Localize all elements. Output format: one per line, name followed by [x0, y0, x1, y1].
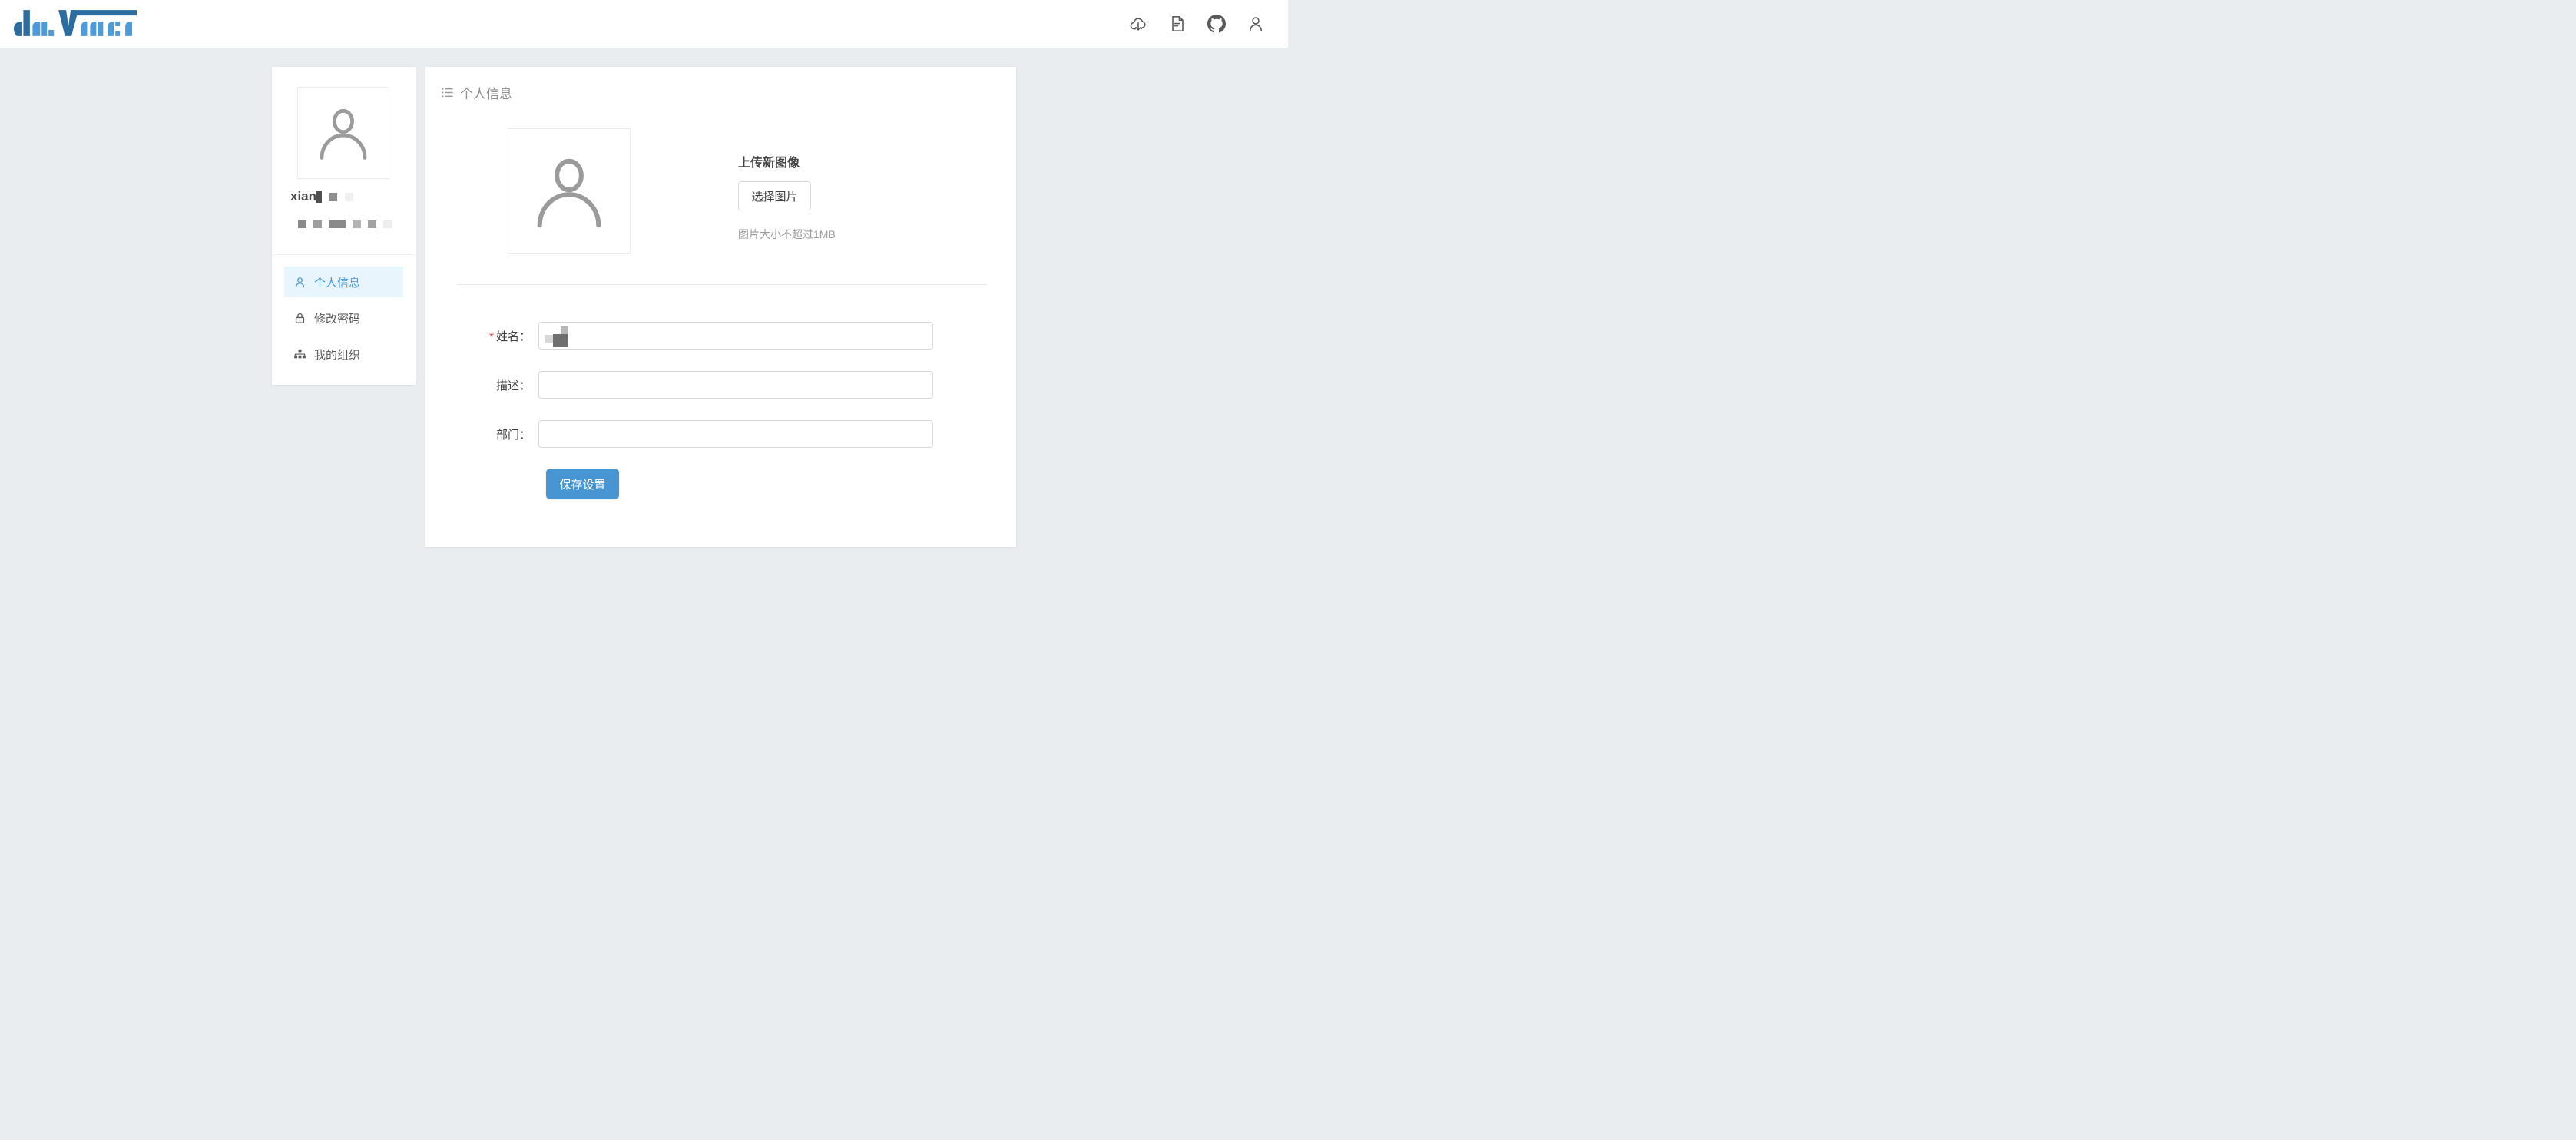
profile-username: xian: [290, 189, 316, 204]
redacted-block: [345, 193, 353, 201]
sidebar-divider: [272, 254, 416, 255]
profile-avatar: [297, 87, 389, 179]
user-icon[interactable]: [1247, 15, 1265, 33]
upload-hint: 图片大小不超过1MB: [738, 227, 836, 242]
document-icon[interactable]: [1168, 15, 1187, 33]
form-row-department: 部门：: [425, 420, 1016, 448]
panel-title: 个人信息: [442, 83, 512, 102]
redacted-block: [298, 220, 306, 228]
header-icons: [1129, 15, 1265, 33]
department-input[interactable]: [538, 420, 933, 448]
profile-panel: 个人信息 上传新图像 选择图片 图片大小不超过1MB *姓名： 描述：: [425, 67, 1016, 547]
org-icon: [293, 348, 306, 361]
github-icon[interactable]: [1207, 15, 1226, 33]
davinci-logo[interactable]: [14, 9, 137, 38]
sidebar-item-organization[interactable]: 我的组织: [284, 339, 403, 370]
user-meta: xian: [272, 174, 416, 254]
sidebar-item-label: 修改密码: [314, 310, 360, 326]
name-label: *姓名：: [425, 328, 538, 344]
required-asterisk: *: [489, 330, 494, 343]
name-input-wrap: [538, 322, 933, 350]
section-divider: [457, 284, 987, 285]
username-row: xian: [290, 189, 353, 204]
description-label: 描述：: [425, 377, 538, 393]
choose-image-button[interactable]: 选择图片: [738, 181, 811, 210]
description-input[interactable]: [538, 371, 933, 399]
upload-controls: 上传新图像 选择图片 图片大小不超过1MB: [738, 152, 836, 242]
redacted-block: [316, 191, 322, 203]
panel-title-text: 个人信息: [460, 83, 512, 102]
redacted-block: [553, 334, 568, 347]
redacted-block: [329, 193, 337, 201]
sidebar-item-profile[interactable]: 个人信息: [284, 267, 403, 297]
avatar-preview: [508, 128, 631, 254]
profile-form: *姓名： 描述： 部门： 保存设置: [425, 322, 1016, 499]
description-input-wrap: [538, 371, 933, 399]
cloud-download-icon[interactable]: [1129, 15, 1147, 33]
redacted-block: [545, 335, 553, 343]
sidebar-item-label: 我的组织: [314, 346, 360, 363]
list-icon: [442, 87, 454, 98]
upload-heading: 上传新图像: [738, 152, 836, 171]
form-row-description: 描述：: [425, 371, 1016, 399]
user-icon: [293, 276, 306, 289]
redacted-block: [313, 220, 322, 228]
form-row-name: *姓名：: [425, 322, 1016, 350]
redacted-block: [329, 220, 346, 228]
redacted-email-row: [298, 220, 392, 228]
redacted-block: [383, 220, 392, 228]
sidebar-menu: 个人信息 修改密码 我的组织: [284, 267, 403, 375]
sidebar-item-label: 个人信息: [314, 274, 360, 290]
person-icon: [526, 148, 612, 234]
profile-card: xian 个人信息: [272, 67, 416, 385]
person-icon: [312, 101, 375, 164]
save-button[interactable]: 保存设置: [546, 469, 619, 499]
redacted-block: [368, 220, 376, 228]
department-input-wrap: [538, 420, 933, 448]
redacted-block: [561, 326, 568, 334]
department-label: 部门：: [425, 426, 538, 442]
app-header: [0, 0, 1288, 48]
lock-icon: [293, 312, 306, 325]
redacted-block: [353, 220, 361, 228]
name-input[interactable]: [538, 322, 933, 350]
sidebar-item-password[interactable]: 修改密码: [284, 303, 403, 333]
